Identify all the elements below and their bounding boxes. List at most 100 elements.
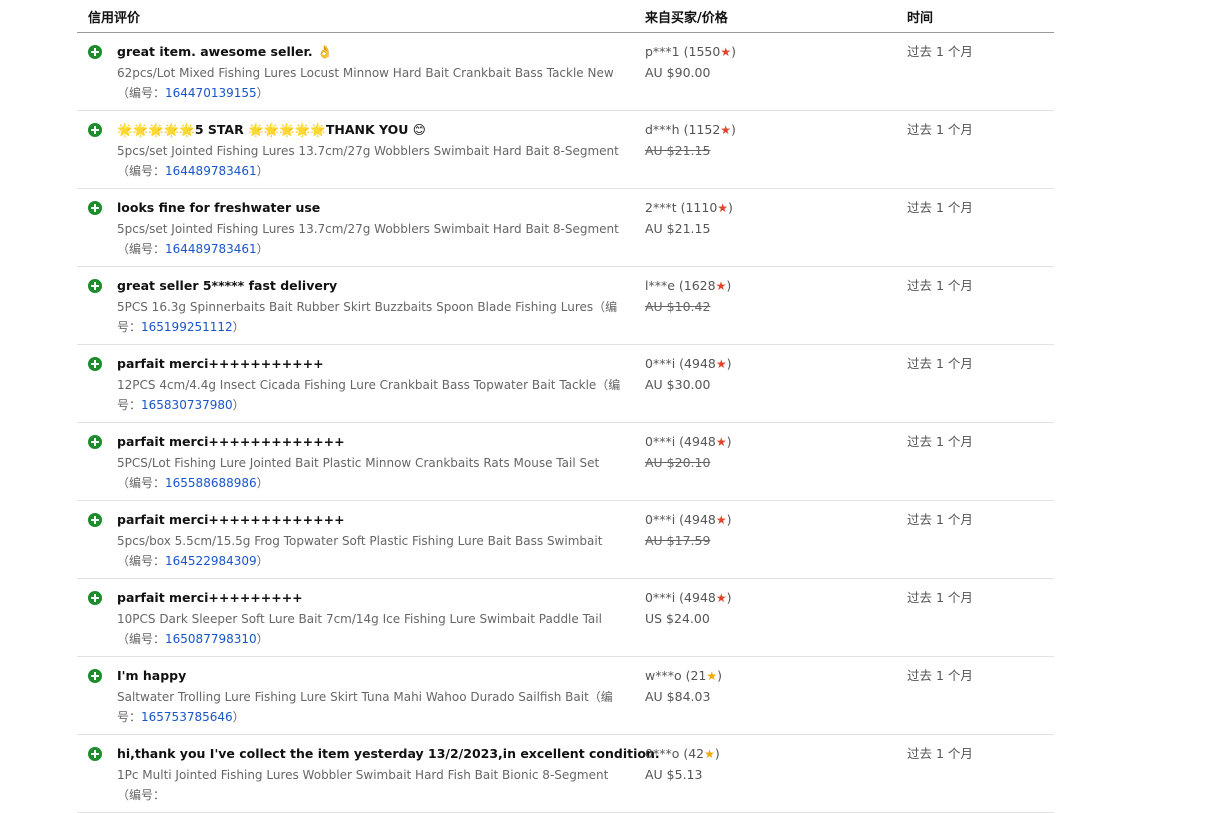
item-close-paren: ） [256,476,269,490]
item-price: AU $21.15 [645,143,711,158]
buyer-info: d***h (1152★) [645,122,736,137]
buyer-name[interactable]: 2***t [645,200,677,215]
item-number-link[interactable]: 165830737980 [141,398,233,412]
feedback-comment: hi,thank you I've collect the item yeste… [117,746,660,761]
item-number-link[interactable]: 164489783461 [165,164,257,178]
item-price: AU $17.59 [645,533,711,548]
item-description: Saltwater Trolling Lure Fishing Lure Ski… [117,687,622,727]
buyer-score: 1550 [688,44,721,59]
buyer-score: 4948 [684,512,716,527]
item-number-link[interactable]: 165588688986 [165,476,257,490]
item-close-paren: ） [232,398,245,412]
item-price: AU $10.42 [645,299,711,314]
item-description: 5PCS/Lot Fishing Lure Jointed Bait Plast… [117,453,622,493]
feedback-comment: I'm happy [117,668,187,683]
item-description: 5pcs/set Jointed Fishing Lures 13.7cm/27… [117,141,622,181]
item-number-link[interactable]: 164522984309 [165,554,257,568]
feedback-comment: parfait merci+++++++++++++ [117,434,345,449]
buyer-name[interactable]: 0***i [645,590,675,605]
feedback-comment: parfait merci+++++++++++ [117,356,324,371]
feedback-comment: looks fine for freshwater use [117,200,321,215]
positive-feedback-icon [88,123,102,137]
table-header: 信用评价 来自买家/价格 时间 [77,0,1054,33]
buyer-info: 0***i (4948★) [645,434,732,449]
item-number-link[interactable]: 165753785646 [141,710,233,724]
feedback-time: 过去 1 个月 [907,590,973,605]
item-price: US $24.00 [645,611,710,626]
buyer-score: 21 [690,668,707,683]
item-number-link[interactable]: 165199251112 [141,320,233,334]
positive-feedback-icon [88,201,102,215]
feedback-comment: great seller 5***** fast delivery [117,278,338,293]
item-number-link[interactable]: 164470139155 [165,86,257,100]
buyer-info: w***o (21★) [645,668,723,683]
item-close-paren: ） [256,554,269,568]
item-title: 1Pc Multi Jointed Fishing Lures Wobbler … [117,768,609,802]
buyer-name[interactable]: d***h [645,122,680,137]
item-price: AU $21.15 [645,221,711,236]
feedback-time: 过去 1 个月 [907,434,973,449]
feedback-star-icon: ★ [715,513,727,527]
feedback-time: 过去 1 个月 [907,44,973,59]
item-price: AU $90.00 [645,65,711,80]
feedback-comment: 🌟🌟🌟🌟🌟5 STAR 🌟🌟🌟🌟🌟THANK YOU 😊 [117,122,426,137]
feedback-time: 过去 1 个月 [907,746,973,761]
buyer-name[interactable]: p***1 [645,44,680,59]
feedback-star-icon: ★ [715,435,727,449]
feedback-star-icon: ★ [717,201,729,215]
buyer-info: 0***i (4948★) [645,512,732,527]
feedback-time: 过去 1 个月 [907,512,973,527]
feedback-time: 过去 1 个月 [907,356,973,371]
table-row: great seller 5***** fast delivery 5PCS 1… [77,267,1054,345]
buyer-info: 0***i (4948★) [645,590,732,605]
item-description: 5pcs/set Jointed Fishing Lures 13.7cm/27… [117,219,622,259]
table-row: I'm happy Saltwater Trolling Lure Fishin… [77,657,1054,735]
buyer-info: 2***t (1110★) [645,200,733,215]
item-close-paren: ） [232,710,245,724]
table-row: looks fine for freshwater use 5pcs/set J… [77,189,1054,267]
feedback-rows: great item. awesome seller. 👌 62pcs/Lot … [77,33,1054,813]
item-close-paren: ） [256,242,269,256]
item-description: 62pcs/Lot Mixed Fishing Lures Locust Min… [117,63,622,103]
header-time: 时间 [907,11,934,26]
item-description: 10PCS Dark Sleeper Soft Lure Bait 7cm/14… [117,609,622,649]
feedback-star-icon: ★ [715,591,727,605]
table-row: parfait merci+++++++++++++ 5pcs/box 5.5c… [77,501,1054,579]
buyer-name[interactable]: 0***i [645,356,675,371]
positive-feedback-icon [88,279,102,293]
item-price: AU $84.03 [645,689,711,704]
buyer-name[interactable]: 0***i [645,434,675,449]
item-close-paren: ） [232,320,245,334]
feedback-star-icon: ★ [704,747,715,761]
feedback-time: 过去 1 个月 [907,122,973,137]
feedback-comment: great item. awesome seller. 👌 [117,44,333,59]
positive-feedback-icon [88,591,102,605]
feedback-star-icon: ★ [715,279,727,293]
item-number-link[interactable]: 165087798310 [165,632,257,646]
table-row: great item. awesome seller. 👌 62pcs/Lot … [77,33,1054,111]
buyer-info: 0***o (42★) [645,746,720,761]
table-row: parfait merci+++++++++ 10PCS Dark Sleepe… [77,579,1054,657]
buyer-info: 0***i (4948★) [645,356,732,371]
buyer-score: 1110 [685,200,718,215]
buyer-name[interactable]: w***o [645,668,682,683]
item-number-link[interactable]: 164489783461 [165,242,257,256]
buyer-score: 4948 [684,356,716,371]
item-description: 1Pc Multi Jointed Fishing Lures Wobbler … [117,765,622,805]
item-price: AU $20.10 [645,455,711,470]
buyer-name[interactable]: l***e [645,278,675,293]
buyer-score: 1152 [688,122,721,137]
feedback-star-icon: ★ [706,669,718,683]
header-buyer-price: 来自买家/价格 [645,11,728,26]
item-close-paren: ） [256,86,269,100]
feedback-time: 过去 1 个月 [907,278,973,293]
buyer-name[interactable]: 0***o [645,746,679,761]
positive-feedback-icon [88,357,102,371]
item-description: 5pcs/box 5.5cm/15.5g Frog Topwater Soft … [117,531,622,571]
buyer-score: 4948 [684,434,716,449]
buyer-name[interactable]: 0***i [645,512,675,527]
feedback-time: 过去 1 个月 [907,200,973,215]
header-feedback: 信用评价 [88,11,141,26]
table-row: 🌟🌟🌟🌟🌟5 STAR 🌟🌟🌟🌟🌟THANK YOU 😊 5pcs/set Jo… [77,111,1054,189]
buyer-info: l***e (1628★) [645,278,732,293]
